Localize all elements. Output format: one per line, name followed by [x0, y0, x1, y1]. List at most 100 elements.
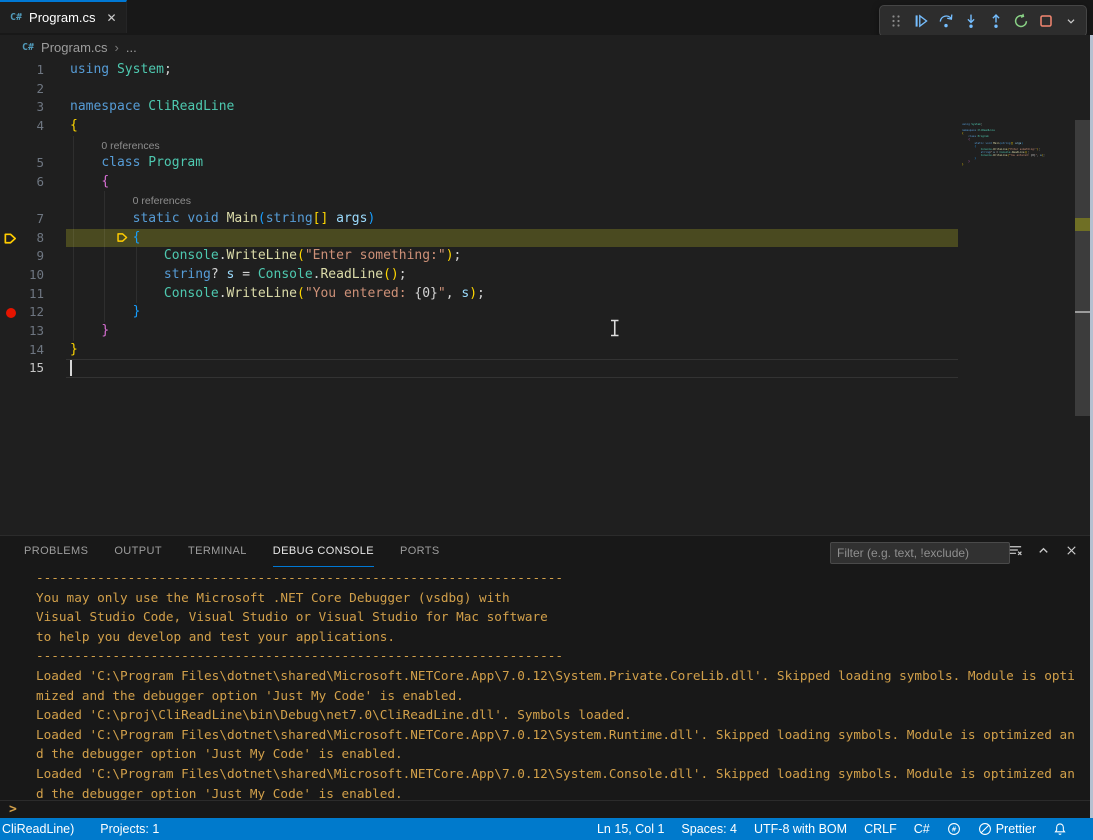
code-line: 4{: [0, 117, 1093, 136]
step-into-icon[interactable]: [958, 8, 983, 34]
panel-tab-output[interactable]: OUTPUT: [114, 536, 162, 567]
scrollbar-slider[interactable]: [1075, 120, 1090, 416]
status-item-projects-1[interactable]: Projects: 1: [100, 822, 159, 836]
status-item-utf-8-with-bom[interactable]: UTF-8 with BOM: [754, 822, 847, 836]
panel-tab-terminal[interactable]: TERMINAL: [188, 536, 247, 567]
status-item-label: Projects: 1: [100, 822, 159, 836]
step-over-icon[interactable]: [933, 8, 958, 34]
code-text: {: [70, 229, 140, 248]
close-panel-icon[interactable]: [1064, 543, 1079, 558]
tab-program-cs[interactable]: C# Program.cs ✕: [0, 0, 127, 33]
breadcrumb-file[interactable]: Program.cs: [41, 40, 107, 55]
panel-tab-ports[interactable]: PORTS: [400, 536, 440, 567]
close-icon[interactable]: ✕: [107, 11, 117, 25]
status-item-clireadline-[interactable]: CliReadLine): [2, 822, 74, 836]
code-line: 3namespace CliReadLine: [0, 98, 1093, 117]
mouse-ibeam-cursor: [609, 319, 621, 342]
text-caret: [70, 360, 72, 376]
console-output-line: Loaded 'C:\proj\CliReadLine\bin\Debug\ne…: [0, 705, 1093, 725]
step-out-icon[interactable]: [983, 8, 1008, 34]
console-input-divider: [0, 800, 1093, 801]
tab-bar: C# Program.cs ✕ ··: [0, 0, 1093, 35]
editor-scrollbar[interactable]: [1075, 120, 1090, 595]
minimap[interactable]: using System; namespace CliReadLine{ cla…: [962, 123, 1045, 169]
code-line: 8 {: [0, 229, 1093, 248]
continue-icon[interactable]: [908, 8, 933, 34]
console-output-line: Visual Studio Code, Visual Studio or Vis…: [0, 607, 1093, 627]
code-line: 9 Console.WriteLine("Enter something:");: [0, 247, 1093, 266]
code-line: 11 Console.WriteLine("You entered: {0}",…: [0, 285, 1093, 304]
status-item-ln-15-col-1[interactable]: Ln 15, Col 1: [597, 822, 664, 836]
indent-guide: [73, 191, 74, 210]
line-number: 14: [0, 341, 44, 360]
status-item-csharp-circle[interactable]: #: [947, 822, 961, 836]
debug-toolbar: [879, 5, 1087, 37]
chevron-down-icon[interactable]: [1058, 8, 1083, 34]
status-item-prettier[interactable]: Prettier: [978, 822, 1036, 836]
status-item-label: UTF-8 with BOM: [754, 822, 847, 836]
stop-icon[interactable]: [1033, 8, 1058, 34]
code-line: 15: [0, 359, 1093, 378]
console-output-line: Loaded 'C:\Program Files\dotnet\shared\M…: [0, 725, 1093, 745]
console-prompt[interactable]: >: [9, 802, 17, 817]
breadcrumb[interactable]: C# Program.cs › ...: [0, 35, 1093, 60]
console-output-line: ----------------------------------------…: [0, 568, 1093, 588]
restart-icon[interactable]: [1008, 8, 1033, 34]
code-text: class Program: [70, 154, 203, 173]
panel-tab-debug-console[interactable]: DEBUG CONSOLE: [273, 536, 374, 567]
status-item-label: Ln 15, Col 1: [597, 822, 664, 836]
csharp-file-icon: C#: [10, 12, 22, 23]
current-line-highlight: [66, 359, 958, 378]
line-number: 3: [0, 98, 44, 117]
code-text: Console.WriteLine("Enter something:");: [70, 247, 461, 266]
code-text: Console.WriteLine("You entered: {0}", s)…: [70, 285, 485, 304]
code-text: using System;: [70, 61, 172, 80]
code-text: }: [70, 303, 140, 322]
codelens-references[interactable]: 0 references: [101, 137, 159, 156]
breakpoint-icon[interactable]: [6, 308, 16, 318]
line-number: 2: [0, 80, 44, 99]
bell-icon: [1053, 822, 1067, 836]
code-line: 7 static void Main(string[] args): [0, 210, 1093, 229]
debug-console[interactable]: ----------------------------------------…: [0, 568, 1093, 818]
line-number: 4: [0, 117, 44, 136]
clear-console-icon[interactable]: [1008, 543, 1023, 558]
code-line: 12 }: [0, 303, 1093, 322]
filter-input[interactable]: [830, 542, 1010, 564]
status-bar: CliReadLine) Projects: 1 Ln 15, Col 1 Spac…: [0, 818, 1093, 840]
maximize-panel-icon[interactable]: [1036, 543, 1051, 558]
indent-guide: [73, 136, 74, 155]
console-output-line: mized and the debugger option 'Just My C…: [0, 686, 1093, 706]
code-text: {: [70, 173, 109, 192]
panel-actions: [1008, 543, 1079, 558]
line-number: 7: [0, 210, 44, 229]
code-line: 1using System;: [0, 61, 1093, 80]
code-line: 6 {: [0, 173, 1093, 192]
status-item-c-[interactable]: C#: [914, 822, 930, 836]
console-output-line: You may only use the Microsoft .NET Core…: [0, 588, 1093, 608]
console-output-line: d the debugger option 'Just My Code' is …: [0, 744, 1093, 764]
code-text: string? s = Console.ReadLine();: [70, 266, 407, 285]
code-editor[interactable]: 1using System;23namespace CliReadLine4{0…: [0, 60, 1093, 535]
status-item-spaces-4[interactable]: Spaces: 4: [681, 822, 737, 836]
gripper-icon: [883, 8, 908, 34]
codelens-references[interactable]: 0 references: [133, 192, 191, 211]
csharp-file-icon: C#: [22, 42, 34, 53]
debug-current-line-highlight: [66, 229, 958, 248]
status-item-label: Prettier: [996, 822, 1036, 836]
code-line: 2: [0, 80, 1093, 99]
panel-tab-problems[interactable]: PROBLEMS: [24, 536, 88, 567]
indent-guide: [104, 191, 105, 210]
status-item-bell[interactable]: [1053, 822, 1067, 836]
line-number: 11: [0, 285, 44, 304]
line-number: 13: [0, 322, 44, 341]
status-item-crlf[interactable]: CRLF: [864, 822, 897, 836]
status-item-label: CliReadLine): [2, 822, 74, 836]
breadcrumb-ellipsis[interactable]: ...: [126, 40, 137, 55]
chevron-right-icon: ›: [115, 40, 119, 55]
code-line: 13 }: [0, 322, 1093, 341]
code-text: }: [70, 341, 78, 360]
line-number: 6: [0, 173, 44, 192]
status-item-label: CRLF: [864, 822, 897, 836]
code-line: 14}: [0, 341, 1093, 360]
